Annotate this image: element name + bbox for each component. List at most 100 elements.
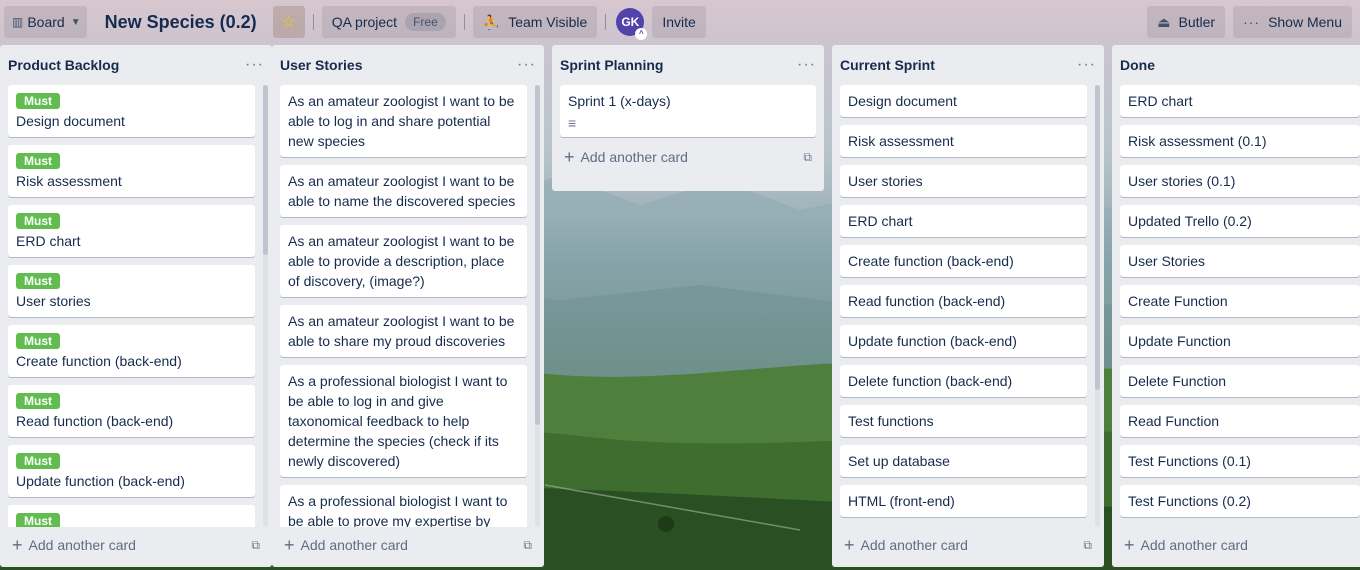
card[interactable]: As a professional biologist I want to be… [280,485,527,527]
list-menu-icon[interactable]: ··· [1077,56,1096,74]
card[interactable]: As a professional biologist I want to be… [280,365,527,477]
workspace-plan-badge: Free [405,13,446,31]
card[interactable]: Must Update function (back-end) [8,445,255,497]
board-switcher-button[interactable]: ▥ Board ▼ [4,6,87,38]
invite-button[interactable]: Invite [652,6,706,38]
plus-icon: + [1124,535,1135,555]
list-scrollbar[interactable] [263,85,268,527]
card[interactable]: Create function (back-end) [840,245,1087,277]
workspace-button[interactable]: QA project Free [321,6,456,38]
label-must[interactable]: Must [16,333,60,349]
card[interactable]: Risk assessment [840,125,1087,157]
card[interactable]: As an amateur zoologist I want to be abl… [280,165,527,217]
card[interactable]: Read function (back-end) [840,285,1087,317]
card[interactable]: User stories (0.1) [1120,165,1360,197]
list-header: Product Backlog ··· [0,45,272,85]
card-title: Read function (back-end) [848,293,1006,309]
label-must[interactable]: Must [16,393,60,409]
card[interactable]: Must Create function (back-end) [8,325,255,377]
list-title[interactable]: User Stories [280,57,362,73]
card[interactable]: Must Risk assessment [8,145,255,197]
card[interactable]: Read Function [1120,405,1360,437]
card[interactable]: Update function (back-end) [840,325,1087,357]
add-card-label: Add another card [580,149,688,165]
card-template-icon[interactable]: ⧉ [803,150,812,165]
card[interactable]: Update Function [1120,325,1360,357]
card[interactable]: User stories [840,165,1087,197]
card[interactable]: HTML (front-end) [840,485,1087,517]
card[interactable]: Must [8,505,255,527]
list-title[interactable]: Done [1120,57,1155,73]
card[interactable]: Set up database [840,445,1087,477]
butler-button[interactable]: ⏏ Butler [1147,6,1226,38]
header-divider [312,14,314,30]
card-title: Risk assessment (0.1) [1128,133,1267,149]
card[interactable]: As an amateur zoologist I want to be abl… [280,305,527,357]
visibility-button[interactable]: ⛹ Team Visible [472,6,598,38]
card[interactable]: Delete Function [1120,365,1360,397]
card-template-icon[interactable]: ⧉ [523,538,532,553]
card[interactable]: As an amateur zoologist I want to be abl… [280,85,527,157]
card[interactable]: Delete function (back-end) [840,365,1087,397]
label-must[interactable]: Must [16,273,60,289]
label-must[interactable]: Must [16,213,60,229]
card[interactable]: Test Functions (0.1) [1120,445,1360,477]
label-must[interactable]: Must [16,513,60,527]
card[interactable]: As an amateur zoologist I want to be abl… [280,225,527,297]
card-title: Risk assessment [16,173,122,189]
list-menu-icon[interactable]: ··· [797,56,816,74]
card[interactable]: Updated Trello (0.2) [1120,205,1360,237]
card[interactable]: Test functions [840,405,1087,437]
card-title: Delete Function [1128,373,1227,389]
card[interactable]: Risk assessment (0.1) [1120,125,1360,157]
card[interactable]: Must Read function (back-end) [8,385,255,437]
list-title[interactable]: Current Sprint [840,57,935,73]
show-menu-button[interactable]: ··· Show Menu [1233,6,1352,38]
scroll-thumb[interactable] [263,85,268,255]
list-current-sprint: Current Sprint ··· Design document Risk … [832,45,1104,567]
label-must[interactable]: Must [16,93,60,109]
star-icon: ☆ [281,14,296,31]
card-title: Update function (back-end) [848,333,1017,349]
list-title[interactable]: Product Backlog [8,57,119,73]
card[interactable]: Must User stories [8,265,255,317]
workspace-name: QA project [331,14,398,30]
label-must[interactable]: Must [16,453,60,469]
star-board-button[interactable]: ☆ [272,6,305,38]
add-card-button[interactable]: + Add another card ⧉ [552,141,824,173]
visibility-label: Team Visible [508,14,588,30]
add-card-button[interactable]: + Add another card ⧉ [8,531,264,559]
card[interactable]: User Stories [1120,245,1360,277]
card-title: Test Functions (0.1) [1128,453,1251,469]
card[interactable]: Design document [840,85,1087,117]
scroll-thumb[interactable] [535,85,540,425]
card[interactable]: Create Function [1120,285,1360,317]
card-template-icon[interactable]: ⧉ [1083,538,1092,553]
avatar[interactable]: GK ^ [616,8,648,40]
card-title: Delete function (back-end) [848,373,1013,389]
add-card-label: Add another card [28,537,136,553]
butler-icon: ⏏ [1157,13,1171,30]
add-card-button[interactable]: + Add another card ⧉ [840,531,1096,559]
card-title: As an amateur zoologist I want to be abl… [288,173,516,209]
add-card-button[interactable]: + Add another card [1120,531,1352,559]
card-title: As an amateur zoologist I want to be abl… [288,93,515,149]
list-menu-icon[interactable]: ··· [245,56,264,74]
card[interactable]: Must ERD chart [8,205,255,257]
card[interactable]: Sprint 1 (x-days) ≡ [560,85,816,137]
card[interactable]: ERD chart [840,205,1087,237]
scroll-thumb[interactable] [1095,85,1100,390]
add-card-button[interactable]: + Add another card ⧉ [280,531,536,559]
board-title[interactable]: New Species (0.2) [105,12,257,33]
label-must[interactable]: Must [16,153,60,169]
card[interactable]: Test Functions (0.2) [1120,485,1360,517]
card-template-icon[interactable]: ⧉ [251,538,260,553]
list-title[interactable]: Sprint Planning [560,57,663,73]
card[interactable]: Must Design document [8,85,255,137]
list-scrollbar[interactable] [1095,85,1100,527]
list-product-backlog: Product Backlog ··· Must Design document … [0,45,272,567]
list-menu-icon[interactable]: ··· [517,56,536,74]
card-title: Design document [848,93,957,109]
list-scrollbar[interactable] [535,85,540,527]
card[interactable]: ERD chart [1120,85,1360,117]
